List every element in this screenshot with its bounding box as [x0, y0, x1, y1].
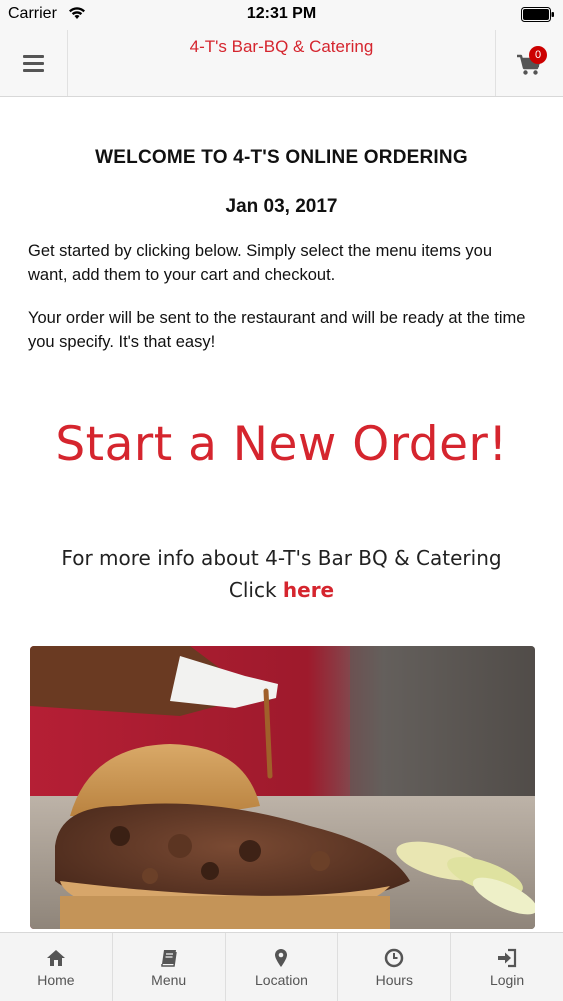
hamburger-line [23, 69, 44, 72]
cart-count-badge: 0 [529, 46, 547, 64]
clock-icon [385, 948, 404, 968]
login-icon [498, 948, 517, 968]
book-icon [160, 950, 177, 967]
hamburger-menu-button[interactable] [0, 30, 68, 96]
status-bar: Carrier 12:31 PM [0, 0, 563, 30]
hamburger-line [23, 55, 44, 58]
intro-paragraph: Get started by clicking below. Simply se… [28, 242, 493, 284]
current-date: Jan 03, 2017 [225, 196, 338, 217]
cart-button[interactable]: 0 [495, 30, 563, 96]
more-info-line: For more info about 4-T's Bar BQ & Cater… [61, 546, 502, 570]
page-title: 4-T's Bar-BQ & Catering [189, 37, 374, 56]
map-pin-icon [275, 949, 288, 967]
bbq-sandwich-image [30, 646, 535, 929]
tab-label: Home [37, 972, 75, 988]
battery-icon [521, 7, 554, 22]
start-new-order-button[interactable]: Start a New Order! [0, 417, 563, 472]
tab-location[interactable]: Location [226, 933, 339, 1001]
more-info-text: For more info about 4-T's Bar BQ & Cater… [0, 542, 563, 606]
tab-label: Location [255, 972, 308, 988]
welcome-heading: WELCOME TO 4-T'S ONLINE ORDERING [95, 147, 468, 168]
click-label: Click [228, 578, 277, 602]
home-icon [46, 950, 65, 966]
tab-label: Hours [375, 972, 413, 988]
tab-login[interactable]: Login [451, 933, 563, 1001]
tab-label: Login [489, 972, 525, 988]
clock-time: 12:31 PM [246, 5, 317, 22]
order-info-paragraph: Your order will be sent to the restauran… [28, 309, 526, 351]
tab-menu[interactable]: Menu [113, 933, 226, 1001]
food-photo [30, 646, 535, 929]
tab-hours[interactable]: Hours [338, 933, 452, 1001]
tab-home[interactable]: Home [0, 933, 113, 1001]
bottom-tab-bar: Home Menu Location Hours Login [0, 932, 563, 1001]
more-info-click-line: Click here [0, 574, 563, 606]
hamburger-line [23, 62, 44, 65]
nav-bar: 4-T's Bar-BQ & Catering 0 [0, 30, 563, 97]
tab-label: Menu [151, 972, 187, 988]
more-info-link[interactable]: here [283, 578, 334, 602]
